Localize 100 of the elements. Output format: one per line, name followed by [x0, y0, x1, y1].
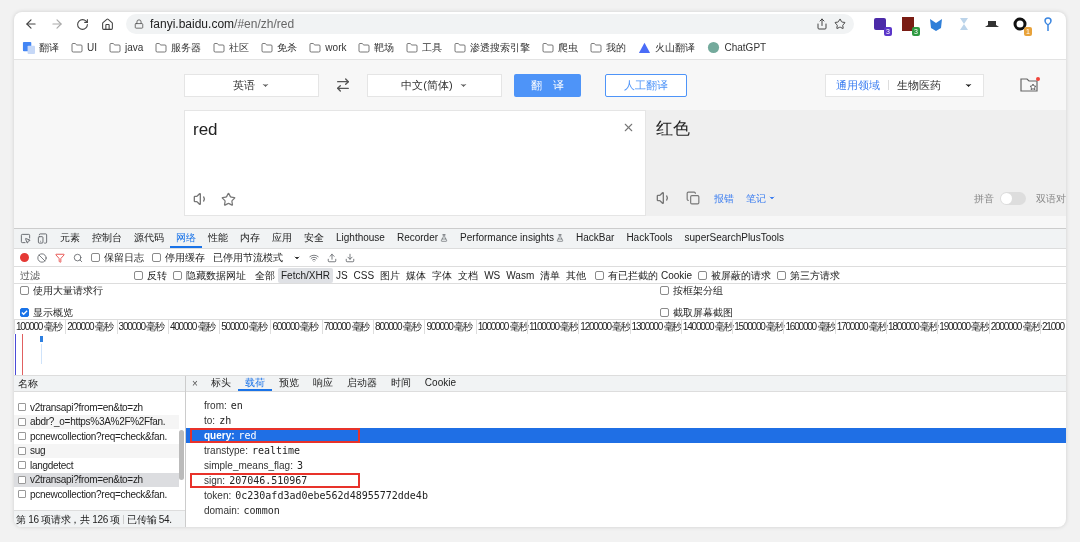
- filter-icon[interactable]: [55, 252, 65, 263]
- inspect-icon[interactable]: [20, 233, 31, 244]
- detail-tab[interactable]: Cookie: [417, 376, 463, 391]
- devtools-tab[interactable]: 应用: [266, 229, 298, 248]
- timeline-tick-label: 500000 毫秒: [221, 321, 267, 332]
- devtools-tab[interactable]: 元素: [54, 229, 86, 248]
- share-icon[interactable]: [816, 18, 828, 30]
- bookmark[interactable]: 社区: [213, 40, 250, 55]
- extension-icon[interactable]: [900, 16, 916, 32]
- bookmark[interactable]: java: [109, 40, 144, 55]
- star-icon[interactable]: [221, 191, 236, 207]
- devtools-tab[interactable]: Recorder: [390, 229, 455, 248]
- extension-icon[interactable]: [1012, 16, 1028, 32]
- network-conditions-icon[interactable]: [309, 252, 319, 263]
- extension-icon[interactable]: [872, 16, 888, 32]
- detail-tab[interactable]: 预览: [271, 376, 306, 391]
- detail-tab[interactable]: 响应: [305, 376, 340, 391]
- device-icon[interactable]: [37, 233, 48, 244]
- scrollbar[interactable]: [179, 430, 184, 480]
- checkbox[interactable]: [660, 307, 669, 317]
- domain-select[interactable]: 通用领域 生物医药: [825, 73, 984, 97]
- checkbox[interactable]: [152, 253, 161, 262]
- checkbox[interactable]: [20, 285, 29, 295]
- type-filter-button[interactable]: 字体: [429, 267, 456, 283]
- type-filter-button[interactable]: 其他: [563, 267, 590, 283]
- detail-tab[interactable]: 载荷: [237, 376, 272, 391]
- detail-tab[interactable]: 时间: [383, 376, 418, 391]
- record-button[interactable]: [20, 253, 29, 262]
- type-filter-button[interactable]: Wasm: [503, 267, 538, 283]
- flask-icon: [556, 233, 564, 242]
- type-filter-button[interactable]: 全部: [252, 267, 278, 283]
- bookmark[interactable]: 服务器: [155, 40, 202, 55]
- swap-icon[interactable]: [335, 77, 351, 93]
- pinyin-toggle[interactable]: [1000, 191, 1026, 205]
- type-filter-button[interactable]: WS: [481, 267, 504, 283]
- type-filter-button[interactable]: JS: [332, 267, 351, 283]
- type-filter-button[interactable]: Fetch/XHR: [278, 267, 333, 283]
- devtools-tab[interactable]: Performance insights: [454, 229, 570, 248]
- bookmark[interactable]: 免杀: [261, 40, 298, 55]
- bookmark[interactable]: 我的: [590, 40, 627, 55]
- folder-icon: [358, 41, 371, 54]
- address-bar[interactable]: fanyi.baidu.com/#en/zh/red: [126, 14, 854, 34]
- timeline-tick-label: 700000 毫秒: [323, 321, 370, 332]
- bookmark[interactable]: ChatGPT: [707, 40, 767, 55]
- checkbox[interactable]: [660, 285, 669, 295]
- source-language-select[interactable]: 英语: [184, 73, 319, 97]
- checkbox[interactable]: [777, 270, 787, 280]
- payload-key: from:: [204, 398, 227, 413]
- copy-icon[interactable]: [686, 191, 700, 205]
- type-filter-button[interactable]: CSS: [350, 267, 378, 283]
- type-filter-button[interactable]: 文档: [455, 267, 482, 283]
- bookmark-star-icon[interactable]: [834, 18, 846, 30]
- devtools-tab[interactable]: 内存: [234, 229, 266, 248]
- reload-icon[interactable]: [76, 17, 89, 31]
- detail-tab[interactable]: 启动器: [339, 376, 384, 391]
- bookmark[interactable]: 翻译: [22, 40, 59, 55]
- bookmark[interactable]: UI: [71, 40, 97, 55]
- report-link[interactable]: 报错: [714, 190, 734, 206]
- clear-icon[interactable]: [622, 121, 635, 134]
- type-filter-button[interactable]: 媒体: [403, 267, 430, 283]
- checkbox[interactable]: [91, 253, 100, 262]
- type-filter-button[interactable]: 图片: [377, 267, 404, 283]
- devtools-tab[interactable]: Lighthouse: [330, 229, 391, 248]
- throttling-select[interactable]: 已停用节流模式: [213, 250, 301, 265]
- checkbox[interactable]: [20, 307, 29, 317]
- devtools-tab[interactable]: 源代码: [128, 229, 170, 248]
- back-icon[interactable]: [24, 17, 38, 31]
- devtools-tab[interactable]: HackTools: [620, 229, 679, 248]
- devtools-tab[interactable]: superSearchPlusTools: [678, 229, 790, 248]
- search-icon[interactable]: [73, 252, 83, 263]
- bookmark[interactable]: work: [309, 40, 347, 55]
- devtools-tab[interactable]: 网络: [170, 229, 202, 248]
- download-icon[interactable]: [345, 252, 355, 263]
- forward-icon[interactable]: [50, 17, 64, 31]
- checkbox[interactable]: [698, 270, 708, 280]
- bilingual-label: 双语对: [1036, 191, 1066, 206]
- devtools-tab[interactable]: 安全: [298, 229, 330, 248]
- checkbox[interactable]: [134, 270, 143, 280]
- home-icon[interactable]: [101, 17, 114, 31]
- detail-tab[interactable]: 标头: [203, 376, 238, 391]
- bookmark[interactable]: 爬虫: [542, 40, 579, 55]
- upload-icon[interactable]: [327, 252, 337, 263]
- devtools-tab[interactable]: 控制台: [86, 229, 128, 248]
- clear-icon[interactable]: [37, 252, 47, 263]
- source-text: red: [193, 119, 218, 141]
- checkbox[interactable]: [595, 270, 605, 280]
- notes-link[interactable]: 笔记: [746, 190, 776, 206]
- bookmark[interactable]: 靶场: [358, 40, 395, 55]
- bookmark[interactable]: 火山翻译: [638, 40, 696, 55]
- type-filter-button[interactable]: 清单: [537, 267, 564, 283]
- devtools-tab[interactable]: HackBar: [570, 229, 621, 248]
- bookmark[interactable]: 渗透搜索引擎: [454, 40, 531, 55]
- close-button[interactable]: ×: [192, 376, 198, 391]
- folder-star-icon[interactable]: [1020, 76, 1040, 94]
- bookmark[interactable]: 工具: [406, 40, 443, 55]
- payload-value: 0c230afd3ad0ebe562d48955772dde4b: [235, 489, 428, 503]
- target-language-select[interactable]: 中文(简体): [367, 73, 502, 97]
- checkbox[interactable]: [173, 270, 182, 280]
- source-text-box[interactable]: red: [184, 110, 646, 216]
- devtools-tab[interactable]: 性能: [202, 229, 234, 248]
